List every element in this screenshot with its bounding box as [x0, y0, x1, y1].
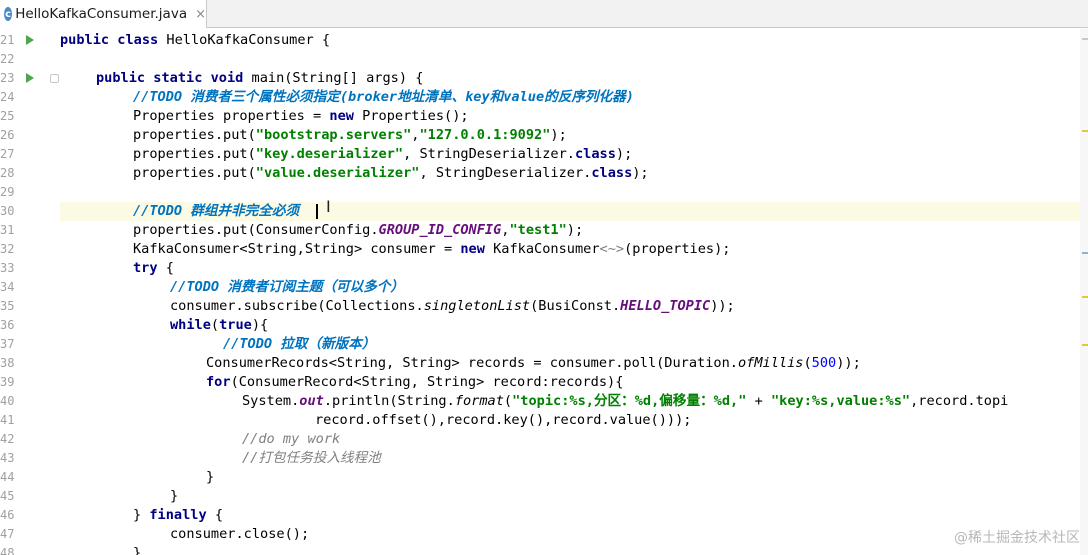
run-arrow-icon[interactable]: [26, 35, 34, 45]
code-line: properties.put("key.deserializer", Strin…: [133, 146, 633, 162]
code-line: Properties properties = new Properties()…: [133, 108, 469, 124]
tab-hellokafkaconsumer[interactable]: c HelloKafkaConsumer.java ×: [0, 0, 207, 28]
code-line: //TODO 拉取（新版本）: [223, 336, 376, 352]
warning-marker[interactable]: [1082, 296, 1088, 298]
code-line: for(ConsumerRecord<String, String> recor…: [206, 374, 624, 390]
line-number: 48: [0, 546, 15, 555]
line-number: 42: [0, 432, 15, 446]
editor-tab-bar: c HelloKafkaConsumer.java ×: [0, 0, 1088, 28]
line-number: 34: [0, 280, 15, 294]
code-line: public class HelloKafkaConsumer {: [60, 32, 331, 48]
line-number: 38: [0, 356, 15, 370]
code-line: //do my work: [242, 431, 341, 447]
warning-marker[interactable]: [1082, 130, 1088, 132]
warning-marker[interactable]: [1082, 344, 1088, 346]
text-cursor-icon: I: [326, 197, 331, 216]
code-line: //打包任务投入线程池: [242, 450, 381, 466]
tab-title: HelloKafkaConsumer.java: [15, 6, 188, 22]
watermark: @稀土掘金技术社区: [954, 530, 1080, 546]
line-number: 31: [0, 223, 15, 237]
line-number: 28: [0, 166, 15, 180]
stripe-marker[interactable]: [1082, 252, 1088, 254]
run-arrow-icon[interactable]: [26, 73, 34, 83]
line-number: 27: [0, 147, 15, 161]
line-number: 46: [0, 508, 15, 522]
code-line: }: [133, 545, 142, 555]
code-line: consumer.close();: [170, 526, 310, 542]
code-line: public static void main(String[] args) {: [96, 70, 424, 86]
line-number: 47: [0, 527, 15, 541]
code-line: while(true){: [170, 317, 269, 333]
code-line: properties.put("value.deserializer", Str…: [133, 165, 649, 181]
line-number: 39: [0, 375, 15, 389]
code-editor[interactable]: public class HelloKafkaConsumer { public…: [60, 29, 1080, 555]
line-number: 33: [0, 261, 15, 275]
line-number: 26: [0, 128, 15, 142]
code-line: properties.put("bootstrap.servers","127.…: [133, 127, 567, 143]
line-number: 44: [0, 470, 15, 484]
code-line: properties.put(ConsumerConfig.GROUP_ID_C…: [133, 222, 584, 238]
java-class-icon: c: [4, 7, 13, 21]
fold-icon[interactable]: [50, 74, 59, 83]
code-line: record.offset(),record.key(),record.valu…: [315, 412, 692, 428]
line-number: 25: [0, 109, 15, 123]
stripe-marker[interactable]: [1082, 38, 1088, 40]
line-number: 36: [0, 318, 15, 332]
editor-scrollbar[interactable]: [1080, 29, 1088, 555]
line-number-gutter: 21 22 23 24 25 26 27 28 29 30 31 32 33 3…: [0, 29, 60, 555]
code-line: } finally {: [133, 507, 224, 523]
line-number: 30: [0, 204, 15, 218]
text-caret: [316, 204, 318, 219]
code-line: }: [206, 469, 215, 485]
code-line: consumer.subscribe(Collections.singleton…: [170, 298, 735, 314]
line-number: 40: [0, 394, 15, 408]
line-number: 22: [0, 52, 15, 66]
code-line: //TODO 消费者三个属性必须指定(broker地址清单、key和value的…: [133, 89, 634, 105]
line-number: 21: [0, 33, 15, 47]
line-number: 41: [0, 413, 15, 427]
line-number: 23: [0, 71, 15, 85]
code-line: System.out.println(String.format("topic:…: [242, 393, 1009, 409]
close-icon[interactable]: ×: [195, 8, 206, 21]
code-line: //TODO 消费者订阅主题（可以多个）: [170, 279, 405, 295]
line-number: 24: [0, 90, 15, 104]
line-number: 45: [0, 489, 15, 503]
code-line: }: [170, 488, 179, 504]
code-line: try {: [133, 260, 174, 276]
line-number: 32: [0, 242, 15, 256]
line-number: 35: [0, 299, 15, 313]
current-code-line: //TODO 群组并非完全必须: [60, 202, 1080, 221]
code-line: KafkaConsumer<String,String> consumer = …: [133, 241, 731, 257]
line-number: 43: [0, 451, 15, 465]
line-number: 37: [0, 337, 15, 351]
line-number: 29: [0, 185, 15, 199]
code-line: ConsumerRecords<String, String> records …: [206, 355, 861, 371]
